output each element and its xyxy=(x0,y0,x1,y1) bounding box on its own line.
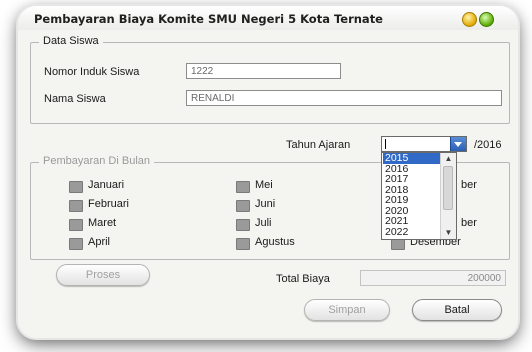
window-title: Pembayaran Biaya Komite SMU Negeri 5 Kot… xyxy=(34,12,383,26)
tahun-ajaran-combo[interactable] xyxy=(381,136,467,152)
label-september-partial: ber xyxy=(461,179,477,191)
data-siswa-title: Data Siswa xyxy=(39,35,103,47)
checkbox-april[interactable] xyxy=(69,238,83,250)
pembayaran-title: Pembayaran Di Bulan xyxy=(39,155,155,167)
simpan-button[interactable]: Simpan xyxy=(304,299,390,321)
checkbox-maret[interactable] xyxy=(69,219,83,231)
nama-input[interactable]: RENALDI xyxy=(186,90,502,106)
batal-button[interactable]: Batal xyxy=(412,299,502,321)
tahun-ajaran-dropdown-list[interactable]: 2015 2016 2017 2018 2019 2020 2021 2022 … xyxy=(381,152,457,240)
label-juni: Juni xyxy=(255,198,276,210)
label-mei: Mei xyxy=(255,179,273,191)
data-siswa-group: Data Siswa xyxy=(30,35,510,124)
option-2019[interactable]: 2019 xyxy=(383,195,442,206)
option-2022[interactable]: 2022 xyxy=(383,226,442,238)
chevron-down-icon[interactable] xyxy=(450,137,466,151)
nis-input[interactable]: 1222 xyxy=(186,63,341,79)
checkbox-juni[interactable] xyxy=(236,200,250,212)
label-november-partial: ber xyxy=(461,217,477,229)
tahun-suffix: /2016 xyxy=(474,139,502,151)
checkbox-agustus[interactable] xyxy=(236,238,250,250)
option-2017[interactable]: 2017 xyxy=(383,174,442,185)
nis-label: Nomor Induk Siswa xyxy=(44,66,140,78)
label-januari: Januari xyxy=(88,179,125,191)
label-maret: Maret xyxy=(88,217,117,229)
title-bar: Pembayaran Biaya Komite SMU Negeri 5 Kot… xyxy=(18,6,518,30)
label-februari: Februari xyxy=(88,198,129,210)
scroll-up-icon[interactable]: ▲ xyxy=(441,153,456,165)
scroll-down-icon[interactable]: ▼ xyxy=(441,227,456,239)
maximize-button[interactable] xyxy=(479,12,494,27)
scroll-thumb[interactable] xyxy=(443,166,453,210)
label-april: April xyxy=(88,236,111,248)
checkbox-januari[interactable] xyxy=(69,181,83,193)
tahun-ajaran-label: Tahun Ajaran xyxy=(286,139,351,151)
checkbox-juli[interactable] xyxy=(236,219,250,231)
option-2021[interactable]: 2021 xyxy=(383,216,442,227)
label-juli: Juli xyxy=(255,217,272,229)
option-2015[interactable]: 2015 xyxy=(383,153,442,164)
checkbox-februari[interactable] xyxy=(69,200,83,212)
proses-button[interactable]: Proses xyxy=(56,264,150,286)
nama-label: Nama Siswa xyxy=(44,93,106,105)
checkbox-mei[interactable] xyxy=(236,181,250,193)
minimize-button[interactable] xyxy=(462,12,477,27)
text-caret xyxy=(385,139,386,149)
total-biaya-label: Total Biaya xyxy=(276,273,330,285)
label-agustus: Agustus xyxy=(255,236,295,248)
dropdown-scrollbar[interactable]: ▲ ▼ xyxy=(440,153,456,239)
main-window: Pembayaran Biaya Komite SMU Negeri 5 Kot… xyxy=(18,6,518,338)
total-biaya-field: 200000 xyxy=(360,270,506,286)
